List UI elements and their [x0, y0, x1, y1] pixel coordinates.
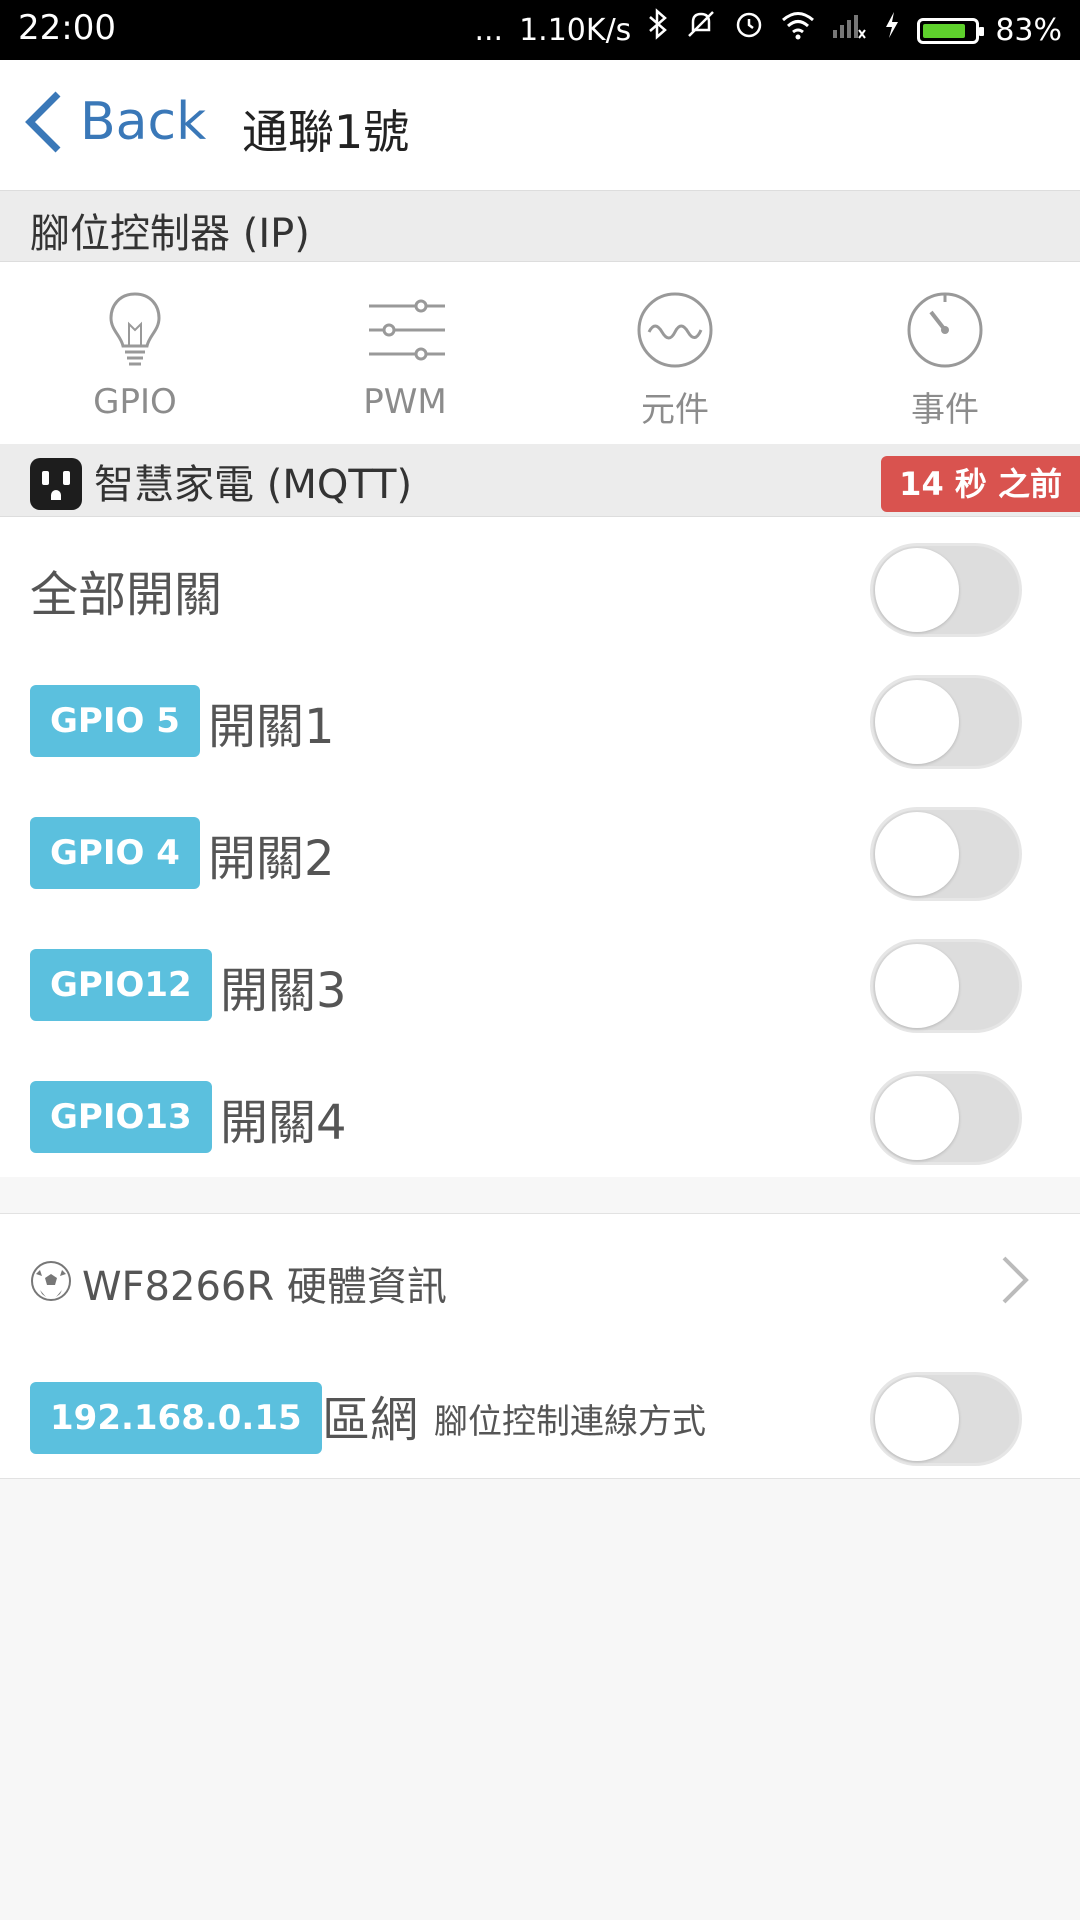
network-speed: 1.10K/s — [519, 12, 632, 48]
gpio-badge: GPIO 4 — [30, 817, 200, 889]
switch-label: 開關1 — [208, 699, 335, 755]
switch-toggle[interactable] — [870, 1071, 1022, 1165]
soccer-ball-icon — [31, 1261, 71, 1301]
tool-pwm[interactable]: PWM — [305, 290, 505, 422]
back-label: Back — [80, 92, 207, 152]
status-bar: 22:00 ... 1.10K/s 83% — [0, 0, 1080, 60]
mqtt-section-header: 智慧家電 (MQTT) 14 秒 之前 — [0, 444, 1080, 517]
status-icons: ... 1.10K/s 83% — [474, 8, 1062, 53]
tool-label: GPIO — [93, 382, 177, 422]
tool-label: 元件 — [641, 390, 709, 430]
tool-event[interactable]: 事件 — [845, 290, 1045, 431]
chevron-right-icon — [1002, 1256, 1029, 1304]
switch-label: 開關4 — [220, 1095, 347, 1151]
alarm-icon — [733, 8, 765, 53]
hardware-info-label: WF8266R 硬體資訊 — [82, 1264, 447, 1310]
tool-grid: GPIO PWM 元件 事件 — [0, 262, 1080, 444]
gpio-badge: GPIO13 — [30, 1081, 212, 1153]
lightbulb-icon — [109, 292, 161, 366]
ip-address-badge: 192.168.0.15 — [30, 1382, 322, 1454]
wave-icon — [637, 292, 713, 368]
master-switch-label: 全部開關 — [30, 567, 223, 623]
sliders-icon — [369, 299, 445, 361]
tool-component[interactable]: 元件 — [575, 290, 775, 431]
switch-label: 開關2 — [208, 831, 335, 887]
switch-row: GPIO 4 開關2 — [0, 781, 1080, 914]
switch-row: GPIO12 開關3 — [0, 913, 1080, 1046]
tool-gpio[interactable]: GPIO — [35, 290, 235, 422]
master-switch-toggle[interactable] — [870, 543, 1022, 637]
battery-percent: 83% — [995, 12, 1062, 48]
network-mode-label: 區網 — [322, 1392, 419, 1448]
page-title: 通聯1號 — [242, 105, 410, 159]
bluetooth-icon — [647, 8, 669, 53]
gpio-badge: GPIO12 — [30, 949, 212, 1021]
mqtt-section-title: 智慧家電 (MQTT) — [94, 462, 413, 508]
gpio-badge: GPIO 5 — [30, 685, 200, 757]
switch-label: 開關3 — [220, 963, 347, 1019]
tool-label: PWM — [363, 382, 447, 422]
wifi-icon — [781, 9, 815, 53]
switch-toggle[interactable] — [870, 807, 1022, 901]
toggle-knob — [875, 812, 959, 896]
switch-row: GPIO 5 開關1 — [0, 649, 1080, 782]
status-time: 22:00 — [18, 8, 116, 48]
navigation-bar: Back 通聯1號 — [0, 60, 1080, 191]
last-update-badge: 14 秒 之前 — [881, 456, 1080, 512]
network-mode-description: 腳位控制連線方式 — [434, 1402, 706, 1442]
charging-icon — [883, 9, 901, 53]
switch-row: GPIO13 開關4 — [0, 1045, 1080, 1178]
more-dots-icon: ... — [474, 12, 504, 48]
switch-toggle[interactable] — [870, 939, 1022, 1033]
power-outlet-icon — [30, 458, 82, 510]
ip-section-header: 腳位控制器 (IP) — [0, 191, 1080, 262]
toggle-knob — [875, 1377, 959, 1461]
network-mode-toggle[interactable] — [870, 1372, 1022, 1466]
battery-icon — [917, 17, 985, 44]
chevron-left-icon — [25, 91, 61, 153]
section-gap — [0, 1177, 1080, 1214]
network-row: 192.168.0.15 區網 腳位控制連線方式 — [0, 1346, 1080, 1479]
toggle-knob — [875, 680, 959, 764]
mute-icon — [685, 8, 717, 53]
tool-label: 事件 — [911, 390, 979, 430]
toggle-knob — [875, 944, 959, 1028]
hardware-info-row[interactable]: WF8266R 硬體資訊 — [0, 1214, 1080, 1347]
timer-icon — [907, 292, 983, 368]
switch-toggle[interactable] — [870, 675, 1022, 769]
master-switch-row: 全部開關 — [0, 517, 1080, 650]
ip-section-title: 腳位控制器 (IP) — [30, 211, 310, 257]
back-button[interactable]: Back — [24, 90, 206, 154]
signal-icon — [831, 9, 867, 53]
toggle-knob — [875, 1076, 959, 1160]
toggle-knob — [875, 548, 959, 632]
